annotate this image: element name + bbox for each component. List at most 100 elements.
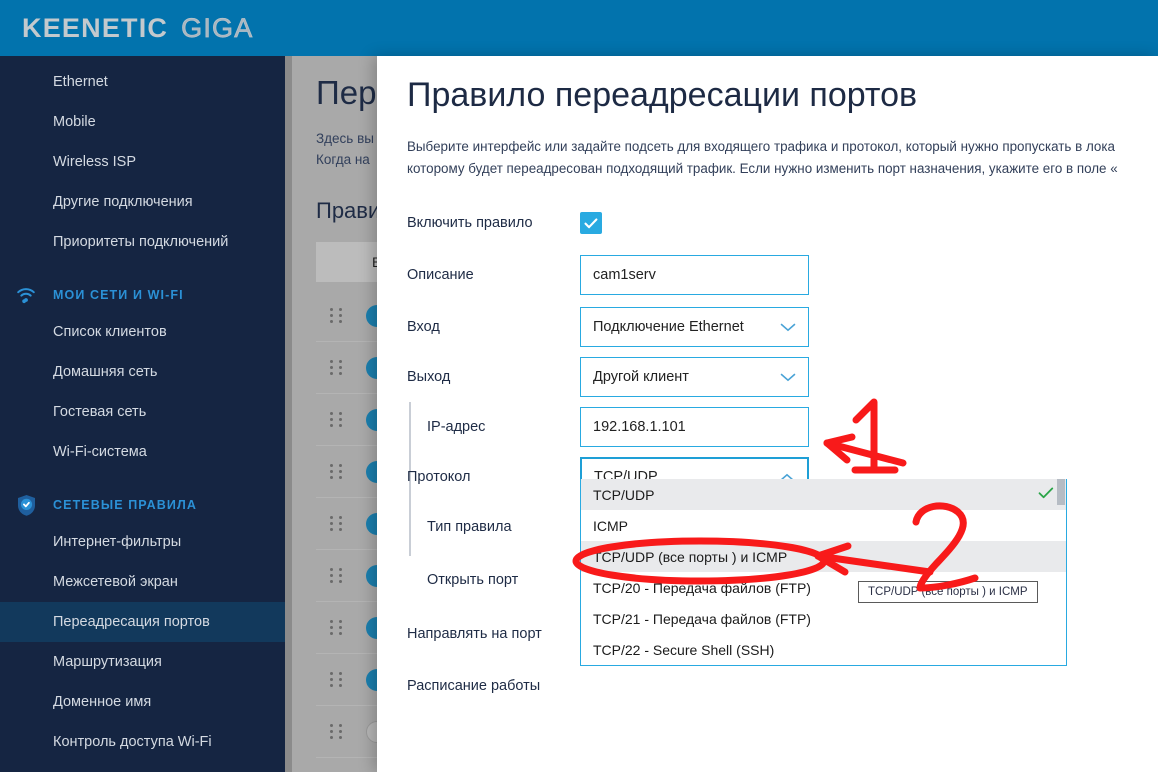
protocol-option-label: ICMP	[593, 517, 628, 534]
background-desc-line-2: Когда на	[316, 152, 370, 167]
open-port-label: Открыть порт	[427, 572, 519, 588]
drag-handle-icon[interactable]	[330, 308, 344, 323]
sidebar-item-other-connections[interactable]: Другие подключения	[0, 182, 292, 222]
sidebar-item-port-forwarding[interactable]: Переадресация портов	[0, 602, 292, 642]
sidebar-item-label: Контроль доступа Wi-Fi	[53, 734, 212, 750]
chevron-down-icon	[780, 321, 796, 334]
sidebar-item-label: Wi-Fi-система	[53, 444, 147, 460]
shield-check-icon	[14, 493, 38, 517]
drag-handle-icon[interactable]	[330, 412, 344, 427]
enable-rule-checkbox-wrap	[580, 212, 602, 234]
sidebar-item-label: Домашняя сеть	[53, 364, 158, 380]
protocol-option-tcp-21-ftp[interactable]: TCP/21 - Передача файлов (FTP)	[581, 603, 1066, 634]
output-select-wrap: Другой клиент	[580, 357, 809, 397]
sidebar-item-label: Маршрутизация	[53, 654, 162, 670]
background-desc-line-1: Здесь вы	[316, 131, 374, 146]
field-row-ip-address: IP-адрес 192.168.1.101	[407, 402, 1158, 452]
background-page-description: Здесь вы Когда на	[316, 128, 374, 170]
sidebar-item-wireless-isp[interactable]: Wireless ISP	[0, 142, 292, 182]
brand-name: KEENETIC	[22, 12, 169, 43]
sidebar-item-label: Интернет-фильтры	[53, 534, 182, 550]
dialog-desc-line-2: которому будет переадресован подходящий …	[407, 161, 1118, 176]
field-row-enable-rule: Включить правило	[407, 198, 1158, 248]
input-select[interactable]: Подключение Ethernet	[580, 307, 809, 347]
sidebar-scrollbar[interactable]	[285, 56, 292, 772]
ip-address-input[interactable]: 192.168.1.101	[580, 407, 809, 447]
protocol-dropdown-list: TCP/UDP ICMP TCP/UDP (все порты ) и ICMP…	[580, 479, 1067, 666]
ip-address-label: IP-адрес	[427, 419, 486, 435]
forward-to-port-label: Направлять на порт	[407, 626, 542, 642]
drag-handle-icon[interactable]	[330, 620, 344, 635]
enable-rule-label: Включить правило	[407, 215, 533, 231]
sidebar-item-domain-name[interactable]: Доменное имя	[0, 682, 292, 722]
protocol-option-tcp-udp-all-ports-icmp[interactable]: TCP/UDP (все порты ) и ICMP	[581, 541, 1066, 572]
rule-type-label: Тип правила	[427, 519, 512, 535]
ip-address-input-wrap: 192.168.1.101	[580, 407, 809, 447]
protocol-option-label: TCP/UDP	[593, 486, 655, 503]
protocol-option-label: TCP/21 - Передача файлов (FTP)	[593, 610, 811, 627]
schedule-label: Расписание работы	[407, 678, 541, 694]
dialog-description: Выберите интерфейс или задайте подсеть д…	[407, 136, 1118, 180]
sidebar-item-routing[interactable]: Маршрутизация	[0, 642, 292, 682]
input-label: Вход	[407, 319, 440, 335]
protocol-option-tcp-udp[interactable]: TCP/UDP	[581, 479, 1066, 510]
drag-handle-icon[interactable]	[330, 360, 344, 375]
output-select[interactable]: Другой клиент	[580, 357, 809, 397]
app-root: KEENETIC GIGA Ethernet Mobile Wireless I…	[0, 0, 1158, 772]
description-input[interactable]: cam1serv	[580, 255, 809, 295]
sidebar-item-label: Другие подключения	[53, 194, 193, 210]
sidebar-item-internet-filters[interactable]: Интернет-фильтры	[0, 522, 292, 562]
drag-handle-icon[interactable]	[330, 464, 344, 479]
sidebar-item-guest-network[interactable]: Гостевая сеть	[0, 392, 292, 432]
dropdown-scrollbar[interactable]	[1057, 479, 1065, 505]
protocol-option-tcp-22-ssh[interactable]: TCP/22 - Secure Shell (SSH)	[581, 634, 1066, 665]
sidebar-nav: Ethernet Mobile Wireless ISP Другие подк…	[0, 56, 292, 772]
dialog-title: Правило переадресации портов	[407, 76, 918, 114]
sidebar-item-connection-priorities[interactable]: Приоритеты подключений	[0, 222, 292, 262]
protocol-option-label: TCP/UDP (все порты ) и ICMP	[593, 548, 788, 565]
protocol-option-label: TCP/22 - Secure Shell (SSH)	[593, 641, 775, 658]
sidebar-item-ethernet[interactable]: Ethernet	[0, 62, 292, 102]
sidebar-item-wifi-system[interactable]: Wi-Fi-система	[0, 432, 292, 472]
sidebar-item-label: Wireless ISP	[53, 154, 136, 170]
drag-handle-icon[interactable]	[330, 724, 344, 739]
enable-rule-checkbox[interactable]	[580, 212, 602, 234]
protocol-option-icmp[interactable]: ICMP	[581, 510, 1066, 541]
output-select-value: Другой клиент	[593, 369, 689, 385]
field-row-input: Вход Подключение Ethernet	[407, 302, 1158, 352]
check-icon	[584, 217, 598, 228]
drag-handle-icon[interactable]	[330, 672, 344, 687]
protocol-option-tooltip: TCP/UDP (все порты ) и ICMP	[858, 581, 1038, 603]
protocol-label: Протокол	[407, 469, 471, 485]
sidebar-item-label: Гостевая сеть	[53, 404, 147, 420]
port-forwarding-rule-dialog: Правило переадресации портов Выберите ин…	[377, 56, 1158, 772]
check-icon	[1038, 486, 1054, 503]
sidebar-item-label: Приоритеты подключений	[53, 234, 229, 250]
sidebar-item-wifi-access-control[interactable]: Контроль доступа Wi-Fi	[0, 722, 292, 762]
sidebar-item-home-network[interactable]: Домашняя сеть	[0, 352, 292, 392]
sidebar-item-label: Межсетевой экран	[53, 574, 178, 590]
sidebar-group-my-networks-wifi: МОИ СЕТИ И WI-FI	[0, 278, 292, 312]
sidebar-group-label: МОИ СЕТИ И WI-FI	[53, 288, 184, 302]
app-header: KEENETIC GIGA	[0, 0, 1158, 56]
brand-logo[interactable]: KEENETIC GIGA	[22, 12, 254, 44]
description-input-wrap: cam1serv	[580, 255, 809, 295]
output-label: Выход	[407, 369, 451, 385]
sidebar-item-client-list[interactable]: Список клиентов	[0, 312, 292, 352]
dialog-desc-line-1: Выберите интерфейс или задайте подсеть д…	[407, 139, 1115, 154]
input-select-wrap: Подключение Ethernet	[580, 307, 809, 347]
sidebar-item-label: Mobile	[53, 114, 96, 130]
sidebar-group-label: СЕТЕВЫЕ ПРАВИЛА	[53, 498, 197, 512]
sidebar-item-mobile[interactable]: Mobile	[0, 102, 292, 142]
protocol-option-label: TCP/20 - Передача файлов (FTP)	[593, 579, 811, 596]
sidebar-item-label: Ethernet	[53, 74, 108, 90]
device-model: GIGA	[181, 12, 254, 43]
drag-handle-icon[interactable]	[330, 516, 344, 531]
drag-handle-icon[interactable]	[330, 568, 344, 583]
wifi-icon	[14, 283, 38, 307]
sidebar-item-firewall[interactable]: Межсетевой экран	[0, 562, 292, 602]
field-row-output: Выход Другой клиент	[407, 352, 1158, 402]
sidebar-group-network-rules: СЕТЕВЫЕ ПРАВИЛА	[0, 488, 292, 522]
sidebar-item-label: Список клиентов	[53, 324, 167, 340]
input-select-value: Подключение Ethernet	[593, 319, 744, 335]
